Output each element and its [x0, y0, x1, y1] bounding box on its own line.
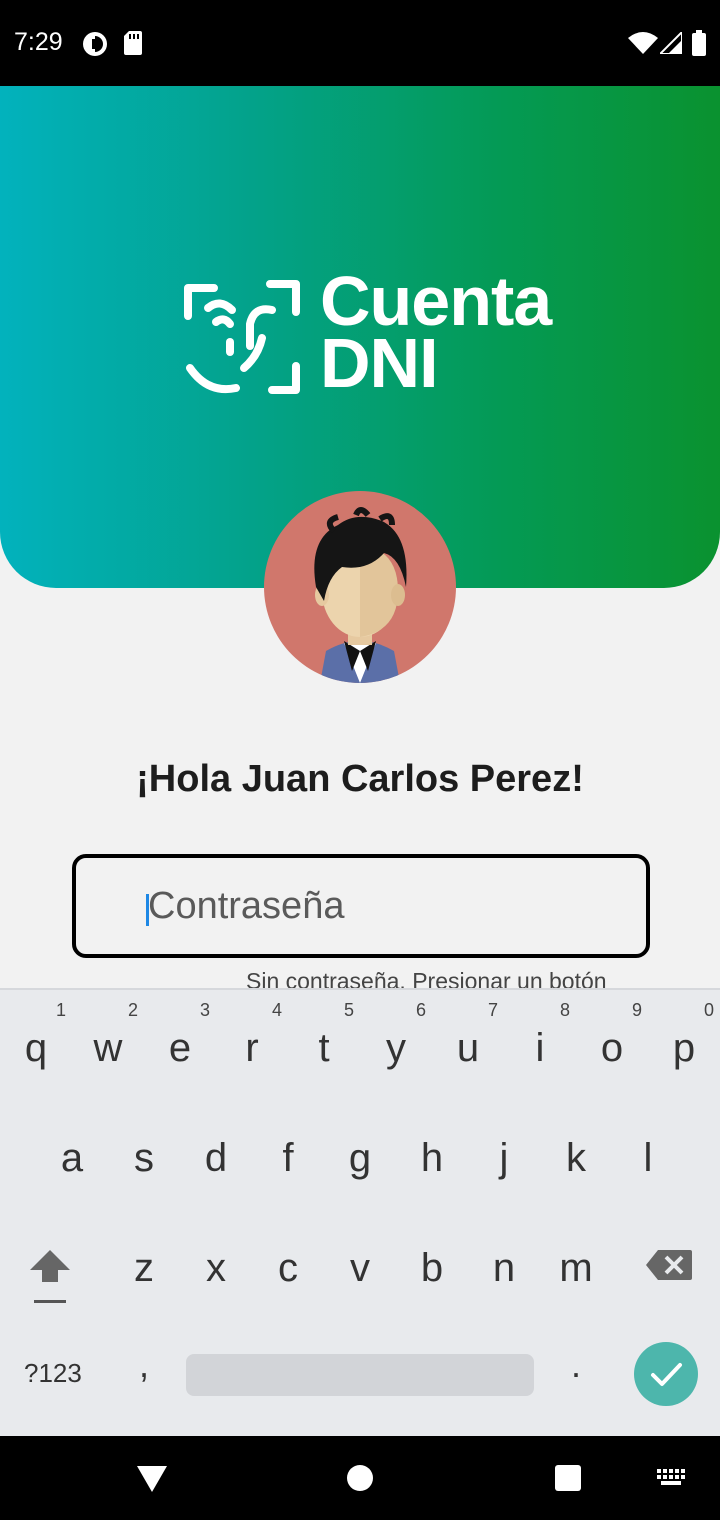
key-hint: 2	[127, 1000, 138, 1020]
navigation-bar	[0, 1436, 720, 1520]
face-scan-logo-icon	[184, 280, 300, 394]
key-e[interactable]: 3e	[144, 1000, 216, 1071]
key-x[interactable]: x	[180, 1246, 252, 1291]
key-p[interactable]: 0p	[648, 1000, 720, 1071]
key-t[interactable]: 5t	[288, 1000, 360, 1071]
key-b[interactable]: b	[396, 1246, 468, 1291]
key-label: e	[168, 1026, 192, 1070]
greeting-title: ¡Hola Juan Carlos Perez!	[136, 758, 584, 800]
key-hint: 4	[271, 1000, 282, 1020]
key-hint: 7	[487, 1000, 498, 1020]
key-j[interactable]: j	[468, 1136, 540, 1181]
backspace-icon[interactable]	[646, 1250, 692, 1280]
checkmark-icon	[651, 1363, 682, 1386]
brand-line-1: Cuenta	[320, 262, 552, 340]
key-y[interactable]: 6y	[360, 1000, 432, 1071]
key-n[interactable]: n	[468, 1246, 540, 1291]
key-hint: 8	[559, 1000, 570, 1020]
key-l[interactable]: l	[612, 1136, 684, 1181]
key-f[interactable]: f	[252, 1136, 324, 1181]
keyboard-switch-icon[interactable]	[657, 1469, 687, 1487]
key-i[interactable]: 8i	[504, 1000, 576, 1071]
brand-wordmark: Cuenta DNI	[320, 262, 552, 402]
key-hint: 1	[55, 1000, 66, 1020]
key-o[interactable]: 9o	[576, 1000, 648, 1071]
key-label: q	[24, 1026, 48, 1070]
key-u[interactable]: 7u	[432, 1000, 504, 1071]
shift-icon[interactable]	[28, 1246, 72, 1306]
data-saver-icon	[83, 32, 107, 56]
back-icon[interactable]	[137, 1464, 167, 1492]
password-field-container[interactable]	[72, 854, 650, 958]
user-avatar-illustration	[314, 507, 407, 683]
home-icon[interactable]	[347, 1465, 373, 1491]
battery-icon	[692, 30, 706, 56]
brand-line-2: DNI	[320, 324, 439, 402]
soft-keyboard: 1q 2w 3e 4r 5t 6y 7u 8i 9o 0p a s d f g …	[0, 988, 720, 1438]
key-s[interactable]: s	[108, 1136, 180, 1181]
key-m[interactable]: m	[540, 1246, 612, 1291]
key-z[interactable]: z	[108, 1246, 180, 1291]
key-label: r	[245, 1026, 259, 1070]
key-label: o	[600, 1026, 624, 1070]
status-time: 7:29	[14, 28, 63, 56]
symbols-key[interactable]: ?123	[24, 1358, 82, 1389]
key-w[interactable]: 2w	[72, 1000, 144, 1071]
sd-card-icon	[124, 31, 142, 55]
key-d[interactable]: d	[180, 1136, 252, 1181]
cell-signal-icon	[660, 32, 682, 54]
key-r[interactable]: 4r	[216, 1000, 288, 1071]
wifi-icon	[628, 32, 658, 54]
key-hint: 9	[631, 1000, 642, 1020]
key-g[interactable]: g	[324, 1136, 396, 1181]
key-c[interactable]: c	[252, 1246, 324, 1291]
enter-key[interactable]	[634, 1342, 698, 1406]
recents-icon[interactable]	[555, 1465, 581, 1491]
key-label: i	[535, 1026, 545, 1070]
space-bar[interactable]	[186, 1354, 534, 1396]
key-q[interactable]: 1q	[0, 1000, 72, 1071]
key-label: p	[672, 1026, 696, 1070]
key-label: y	[386, 1026, 406, 1070]
key-label: w	[93, 1026, 123, 1070]
key-k[interactable]: k	[540, 1136, 612, 1181]
status-bar: 7:29	[0, 0, 720, 86]
key-comma[interactable]: ,	[108, 1344, 180, 1386]
key-label: u	[456, 1026, 480, 1070]
key-hint: 3	[199, 1000, 210, 1020]
key-hint: 5	[343, 1000, 354, 1020]
key-h[interactable]: h	[396, 1136, 468, 1181]
key-hint: 6	[415, 1000, 426, 1020]
key-hint: 0	[703, 1000, 714, 1020]
key-v[interactable]: v	[324, 1246, 396, 1291]
avatar[interactable]	[264, 491, 456, 683]
password-input[interactable]	[148, 878, 628, 934]
key-label: t	[318, 1026, 330, 1070]
key-period[interactable]: .	[540, 1344, 612, 1386]
key-a[interactable]: a	[36, 1136, 108, 1181]
